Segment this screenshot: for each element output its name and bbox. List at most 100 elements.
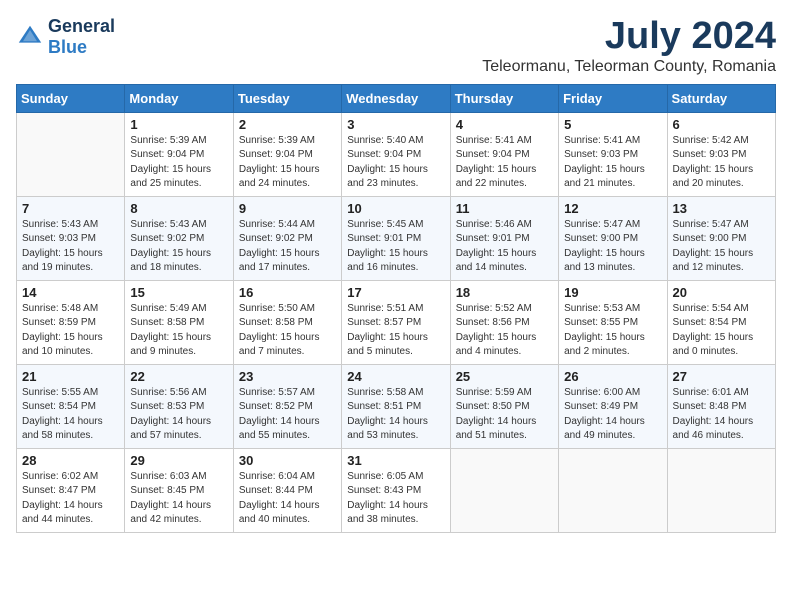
day-number: 23: [239, 369, 336, 384]
calendar-cell: 13 Sunrise: 5:47 AM Sunset: 9:00 PM Dayli…: [667, 196, 775, 280]
day-info: Sunrise: 5:55 AM Sunset: 8:54 PM Dayligh…: [22, 386, 119, 444]
calendar-cell: 10Sunrise: 5:45 AM Sunset: 9:01 PM Dayli…: [342, 196, 450, 280]
calendar-cell: 30 Sunrise: 6:04 AM Sunset: 8:44 PM Dayli…: [233, 448, 341, 532]
day-info: Sunrise: 5:57 AM Sunset: 8:52 PM Dayligh…: [239, 386, 336, 444]
calendar-week-4: 21 Sunrise: 5:55 AM Sunset: 8:54 PM Dayli…: [17, 364, 776, 448]
calendar-cell: 8 Sunrise: 5:43 AM Sunset: 9:02 PM Daylig…: [125, 196, 233, 280]
day-number: 21: [22, 369, 119, 384]
day-info: Sunrise: 6:04 AM Sunset: 8:44 PM Dayligh…: [239, 470, 336, 528]
day-number: 31: [347, 453, 444, 468]
day-info: Sunrise: 5:40 AM Sunset: 9:04 PM Dayligh…: [347, 134, 444, 192]
column-header-monday: Monday: [125, 84, 233, 112]
day-number: 3: [347, 117, 444, 132]
calendar-cell: 19Sunrise: 5:53 AM Sunset: 8:55 PM Dayli…: [559, 280, 667, 364]
calendar-week-5: 28 Sunrise: 6:02 AM Sunset: 8:47 PM Dayli…: [17, 448, 776, 532]
column-header-thursday: Thursday: [450, 84, 558, 112]
day-number: 7: [22, 201, 119, 216]
day-number: 27: [673, 369, 770, 384]
location-title: Teleormanu, Teleorman County, Romania: [482, 58, 776, 76]
calendar-cell: 31 Sunrise: 6:05 AM Sunset: 8:43 PM Dayli…: [342, 448, 450, 532]
column-header-tuesday: Tuesday: [233, 84, 341, 112]
day-info: Sunrise: 5:47 AM Sunset: 9:00 PM Dayligh…: [673, 218, 770, 276]
calendar-cell: [559, 448, 667, 532]
day-number: 29: [130, 453, 227, 468]
day-number: 20: [673, 285, 770, 300]
calendar-cell: 26 Sunrise: 6:00 AM Sunset: 8:49 PM Dayli…: [559, 364, 667, 448]
calendar-cell: 4 Sunrise: 5:41 AM Sunset: 9:04 PM Daylig…: [450, 112, 558, 196]
day-number: 6: [673, 117, 770, 132]
day-number: 16: [239, 285, 336, 300]
day-number: 13: [673, 201, 770, 216]
calendar-cell: 23 Sunrise: 5:57 AM Sunset: 8:52 PM Dayli…: [233, 364, 341, 448]
day-number: 25: [456, 369, 553, 384]
day-info: Sunrise: 5:54 AM Sunset: 8:54 PM Dayligh…: [673, 302, 770, 360]
day-info: Sunrise: 5:59 AM Sunset: 8:50 PM Dayligh…: [456, 386, 553, 444]
day-number: 14: [22, 285, 119, 300]
calendar-week-3: 14Sunrise: 5:48 AM Sunset: 8:59 PM Dayli…: [17, 280, 776, 364]
calendar-cell: 17Sunrise: 5:51 AM Sunset: 8:57 PM Dayli…: [342, 280, 450, 364]
day-info: Sunrise: 6:02 AM Sunset: 8:47 PM Dayligh…: [22, 470, 119, 528]
calendar-cell: 2Sunrise: 5:39 AM Sunset: 9:04 PM Daylig…: [233, 112, 341, 196]
calendar-cell: 6 Sunrise: 5:42 AM Sunset: 9:03 PM Daylig…: [667, 112, 775, 196]
day-number: 10: [347, 201, 444, 216]
day-info: Sunrise: 5:58 AM Sunset: 8:51 PM Dayligh…: [347, 386, 444, 444]
day-number: 15: [130, 285, 227, 300]
day-number: 28: [22, 453, 119, 468]
day-number: 30: [239, 453, 336, 468]
calendar-table: SundayMondayTuesdayWednesdayThursdayFrid…: [16, 84, 776, 533]
calendar-cell: [17, 112, 125, 196]
column-header-friday: Friday: [559, 84, 667, 112]
logo-blue-text: Blue: [48, 37, 87, 57]
day-number: 11: [456, 201, 553, 216]
day-info: Sunrise: 5:41 AM Sunset: 9:03 PM Dayligh…: [564, 134, 661, 192]
page-header: General Blue July 2024 Teleormanu, Teleo…: [16, 16, 776, 76]
day-info: Sunrise: 6:00 AM Sunset: 8:49 PM Dayligh…: [564, 386, 661, 444]
day-info: Sunrise: 5:43 AM Sunset: 9:03 PM Dayligh…: [22, 218, 119, 276]
day-info: Sunrise: 5:50 AM Sunset: 8:58 PM Dayligh…: [239, 302, 336, 360]
column-header-wednesday: Wednesday: [342, 84, 450, 112]
column-header-sunday: Sunday: [17, 84, 125, 112]
calendar-cell: 29 Sunrise: 6:03 AM Sunset: 8:45 PM Dayli…: [125, 448, 233, 532]
day-info: Sunrise: 6:05 AM Sunset: 8:43 PM Dayligh…: [347, 470, 444, 528]
logo-icon: [16, 23, 44, 51]
calendar-cell: 22Sunrise: 5:56 AM Sunset: 8:53 PM Dayli…: [125, 364, 233, 448]
calendar-cell: 27 Sunrise: 6:01 AM Sunset: 8:48 PM Dayli…: [667, 364, 775, 448]
calendar-cell: 12 Sunrise: 5:47 AM Sunset: 9:00 PM Dayli…: [559, 196, 667, 280]
calendar-cell: 28 Sunrise: 6:02 AM Sunset: 8:47 PM Dayli…: [17, 448, 125, 532]
column-header-saturday: Saturday: [667, 84, 775, 112]
day-number: 8: [130, 201, 227, 216]
day-info: Sunrise: 5:43 AM Sunset: 9:02 PM Dayligh…: [130, 218, 227, 276]
calendar-cell: 7 Sunrise: 5:43 AM Sunset: 9:03 PM Daylig…: [17, 196, 125, 280]
month-title: July 2024: [482, 16, 776, 58]
day-info: Sunrise: 5:42 AM Sunset: 9:03 PM Dayligh…: [673, 134, 770, 192]
day-number: 4: [456, 117, 553, 132]
day-info: Sunrise: 6:01 AM Sunset: 8:48 PM Dayligh…: [673, 386, 770, 444]
day-info: Sunrise: 5:51 AM Sunset: 8:57 PM Dayligh…: [347, 302, 444, 360]
logo-general-text: General: [48, 16, 115, 36]
calendar-cell: [450, 448, 558, 532]
day-info: Sunrise: 5:52 AM Sunset: 8:56 PM Dayligh…: [456, 302, 553, 360]
day-info: Sunrise: 5:53 AM Sunset: 8:55 PM Dayligh…: [564, 302, 661, 360]
calendar-cell: 9 Sunrise: 5:44 AM Sunset: 9:02 PM Daylig…: [233, 196, 341, 280]
day-number: 26: [564, 369, 661, 384]
calendar-header-row: SundayMondayTuesdayWednesdayThursdayFrid…: [17, 84, 776, 112]
day-number: 1: [130, 117, 227, 132]
calendar-cell: 5Sunrise: 5:41 AM Sunset: 9:03 PM Daylig…: [559, 112, 667, 196]
day-info: Sunrise: 5:44 AM Sunset: 9:02 PM Dayligh…: [239, 218, 336, 276]
logo: General Blue: [16, 16, 115, 58]
day-info: Sunrise: 5:47 AM Sunset: 9:00 PM Dayligh…: [564, 218, 661, 276]
day-info: Sunrise: 5:41 AM Sunset: 9:04 PM Dayligh…: [456, 134, 553, 192]
calendar-cell: 3 Sunrise: 5:40 AM Sunset: 9:04 PM Daylig…: [342, 112, 450, 196]
day-info: Sunrise: 5:49 AM Sunset: 8:58 PM Dayligh…: [130, 302, 227, 360]
calendar-cell: 18 Sunrise: 5:52 AM Sunset: 8:56 PM Dayli…: [450, 280, 558, 364]
day-info: Sunrise: 5:39 AM Sunset: 9:04 PM Dayligh…: [239, 134, 336, 192]
day-info: Sunrise: 5:46 AM Sunset: 9:01 PM Dayligh…: [456, 218, 553, 276]
calendar-cell: 25 Sunrise: 5:59 AM Sunset: 8:50 PM Dayli…: [450, 364, 558, 448]
day-number: 12: [564, 201, 661, 216]
day-number: 18: [456, 285, 553, 300]
day-number: 9: [239, 201, 336, 216]
calendar-cell: 20 Sunrise: 5:54 AM Sunset: 8:54 PM Dayli…: [667, 280, 775, 364]
calendar-cell: 24Sunrise: 5:58 AM Sunset: 8:51 PM Dayli…: [342, 364, 450, 448]
day-info: Sunrise: 6:03 AM Sunset: 8:45 PM Dayligh…: [130, 470, 227, 528]
title-block: July 2024 Teleormanu, Teleorman County, …: [482, 16, 776, 76]
